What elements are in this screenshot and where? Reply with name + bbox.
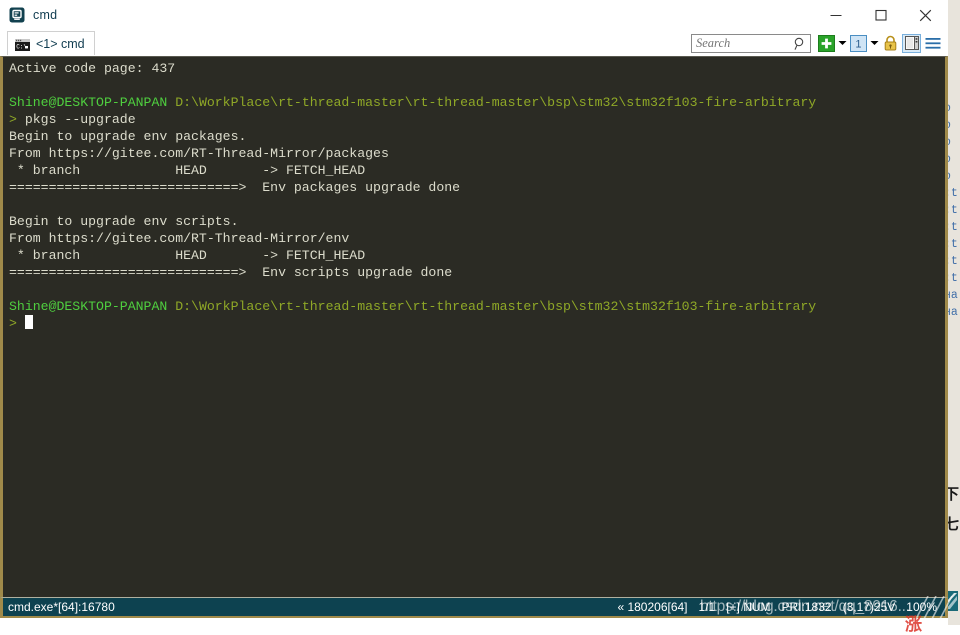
console-line: Shine@DESKTOP-PANPAN D:\WorkPlace\rt-thr… xyxy=(9,94,945,111)
console-text: > xyxy=(9,112,17,127)
active-console-dropdown[interactable] xyxy=(869,34,880,53)
title-bar[interactable]: cmd xyxy=(0,0,948,30)
split-pane-icon[interactable] xyxy=(902,34,921,53)
new-console-dropdown[interactable] xyxy=(837,34,848,53)
lock-icon[interactable] xyxy=(881,34,900,53)
console-text: * branch HEAD -> FETCH_HEAD xyxy=(9,163,365,178)
close-icon[interactable] xyxy=(903,0,948,30)
console-text: =============================> Env scrip… xyxy=(9,265,452,280)
console-text xyxy=(17,316,25,331)
console-text: D:\WorkPlace\rt-thread-master\rt-thread-… xyxy=(175,95,816,110)
status-process-info: cmd.exe*[64]:16780 xyxy=(3,600,606,614)
console-text: D:\WorkPlace\rt-thread-master\rt-thread-… xyxy=(175,299,816,314)
console-text: Shine@DESKTOP-PANPAN xyxy=(9,299,167,314)
console-frame: Active code page: 437 Shine@DESKTOP-PANP… xyxy=(0,56,948,597)
console-line: > xyxy=(9,315,945,332)
tab-console-1[interactable]: C:\ <1> cmd xyxy=(7,31,95,55)
tab-toolbar: 1 xyxy=(691,32,944,54)
console-text: =============================> Env packa… xyxy=(9,180,460,195)
console-line: Active code page: 437 xyxy=(9,60,945,77)
console-line: =============================> Env scrip… xyxy=(9,264,945,281)
console-blank-line xyxy=(9,77,945,94)
svg-text:1: 1 xyxy=(855,38,861,50)
window-bottom-edge xyxy=(0,620,948,625)
console-output[interactable]: Active code page: 437 Shine@DESKTOP-PANP… xyxy=(3,57,945,597)
window-title: cmd xyxy=(33,8,57,22)
search-icon[interactable] xyxy=(793,37,807,56)
console-text: > xyxy=(9,316,17,331)
console-line: =============================> Env packa… xyxy=(9,179,945,196)
status-bar: cmd.exe*[64]:16780 « 180206[64] 1/1 [+] NU… xyxy=(0,597,948,618)
status-segment: « 180206[64] xyxy=(617,600,687,614)
console-line: * branch HEAD -> FETCH_HEAD xyxy=(9,247,945,264)
text-cursor xyxy=(25,315,33,329)
console-blank-line xyxy=(9,196,945,213)
status-segment: PRI:1832 xyxy=(782,600,832,614)
tab-label: <1> cmd xyxy=(36,37,85,51)
console-line: Begin to upgrade env packages. xyxy=(9,128,945,145)
console-line: From https://gitee.com/RT-Thread-Mirror/… xyxy=(9,145,945,162)
console-text: From https://gitee.com/RT-Thread-Mirror/… xyxy=(9,231,349,246)
console-text: Active code page: 437 xyxy=(9,61,175,76)
console-text: Shine@DESKTOP-PANPAN xyxy=(9,95,167,110)
status-segment: [+] NUM xyxy=(726,600,770,614)
status-indicators: « 180206[64] 1/1 [+] NUM PRI:1832 (3,17)25V 1… xyxy=(606,600,945,614)
console-text: * branch HEAD -> FETCH_HEAD xyxy=(9,248,365,263)
console-line: * branch HEAD -> FETCH_HEAD xyxy=(9,162,945,179)
console-blank-line xyxy=(9,281,945,298)
conemu-icon xyxy=(9,7,25,23)
console-line: From https://gitee.com/RT-Thread-Mirror/… xyxy=(9,230,945,247)
console-text: From https://gitee.com/RT-Thread-Mirror/… xyxy=(9,146,389,161)
status-segment: (3,17)25V xyxy=(843,600,896,614)
hamburger-menu-icon[interactable] xyxy=(923,34,943,53)
console-line: Shine@DESKTOP-PANPAN D:\WorkPlace\rt-thr… xyxy=(9,298,945,315)
console-tab-icon: C:\ xyxy=(15,38,30,50)
console-text: Begin to upgrade env packages. xyxy=(9,129,246,144)
console-line: Begin to upgrade env scripts. xyxy=(9,213,945,230)
console-line: > pkgs --upgrade xyxy=(9,111,945,128)
console-text xyxy=(167,299,175,314)
status-segment: 1/1 xyxy=(699,600,716,614)
active-console-button[interactable]: 1 xyxy=(849,34,868,53)
search-box[interactable] xyxy=(691,34,811,53)
status-segment: 100% xyxy=(906,600,937,614)
maximize-icon[interactable] xyxy=(858,0,903,30)
conemu-window: cmd C:\ xyxy=(0,0,948,625)
console-text: Begin to upgrade env scripts. xyxy=(9,214,239,229)
console-text: pkgs --upgrade xyxy=(17,112,136,127)
window-controls xyxy=(813,0,948,30)
console-text xyxy=(167,95,175,110)
tab-bar: C:\ <1> cmd xyxy=(0,30,948,57)
new-console-button[interactable] xyxy=(817,34,836,53)
minimize-icon[interactable] xyxy=(813,0,858,30)
search-input[interactable] xyxy=(692,34,790,53)
